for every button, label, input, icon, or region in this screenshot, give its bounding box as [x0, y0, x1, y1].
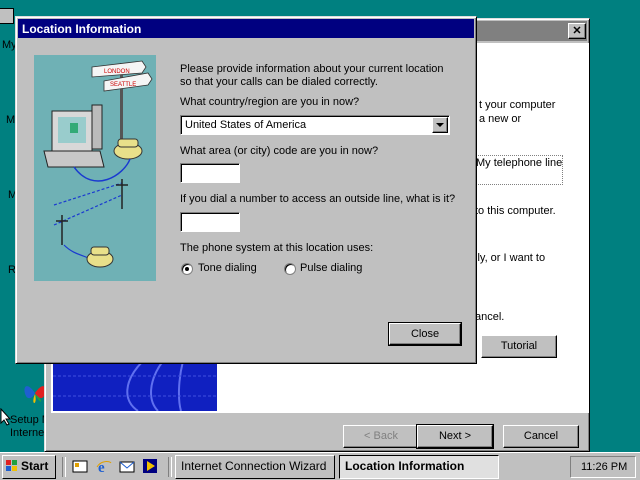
wizard-text-1: t your computer	[479, 99, 556, 111]
taskbar-item-connection-wizard[interactable]: Internet Connection Wizard	[175, 455, 335, 479]
wizard-globe-graphic	[53, 361, 217, 411]
svg-text:LONDON: LONDON	[104, 69, 130, 75]
phone-system-label: The phone system at this location uses:	[180, 242, 374, 254]
wizard-next-button[interactable]: Next >	[416, 424, 494, 449]
country-question-text: What country/region are you in now?	[180, 96, 360, 108]
location-info-dialog: Location Information LONDON SEATTLE Plea…	[15, 16, 477, 364]
wizard-option-telephone[interactable]: My telephone line	[475, 155, 563, 185]
taskbar-item-location-information[interactable]: Location Information	[339, 455, 499, 479]
quicklaunch-separator	[62, 457, 66, 477]
desktop-label-2: M	[6, 114, 16, 126]
mouse-cursor-icon	[0, 407, 12, 429]
clock[interactable]: 11:26 PM	[581, 461, 627, 473]
tone-dialing-radio[interactable]	[181, 263, 193, 275]
chevron-down-icon	[436, 123, 444, 127]
country-dropdown-button[interactable]	[432, 117, 448, 133]
area-question-label: What area (or city) code are you in now?	[180, 145, 379, 157]
wizard-text-4: lly, or I want to	[475, 252, 546, 264]
channels-icon[interactable]	[142, 458, 158, 474]
svg-text:SEATTLE: SEATTLE	[110, 82, 136, 88]
outside-line-input[interactable]	[180, 212, 240, 232]
windows-logo-icon	[6, 458, 18, 471]
pulse-dialing-label[interactable]: Pulse dialing	[300, 262, 362, 274]
system-tray: 11:26 PM	[570, 456, 636, 478]
wizard-back-button[interactable]: < Back	[343, 425, 419, 448]
location-illustration: LONDON SEATTLE	[34, 55, 156, 281]
dialog-titlebar: Location Information	[18, 19, 474, 38]
wizard-text-2: a new or	[479, 113, 522, 125]
country-select[interactable]: United States of America	[180, 115, 450, 135]
dialog-title: Location Information	[22, 22, 142, 36]
wizard-cancel-button[interactable]: Cancel	[503, 425, 579, 448]
dialog-intro-text: Please provide information about your cu…	[180, 63, 444, 88]
desktop-icon-mycomputer[interactable]	[0, 6, 16, 34]
wizard-text-3: to this computer.	[475, 205, 556, 217]
start-label: Start	[21, 459, 49, 473]
dialog-close-button[interactable]: Close	[388, 322, 462, 346]
tone-dialing-label[interactable]: Tone dialing	[198, 262, 257, 274]
country-question-label: What country/region are you in now?	[180, 96, 359, 108]
wizard-text-5: ancel.	[475, 311, 505, 323]
outside-line-question-label: If you dial a number to access an outsid…	[180, 193, 456, 205]
pulse-dialing-radio[interactable]	[284, 263, 296, 275]
area-code-input[interactable]	[180, 163, 240, 183]
wizard-option-telephone-label: My telephone line	[476, 157, 563, 169]
show-desktop-icon[interactable]	[72, 458, 88, 474]
start-button[interactable]: Start	[2, 455, 56, 479]
outlook-express-icon[interactable]	[119, 458, 135, 474]
ie-browser-icon[interactable]: e	[96, 458, 112, 476]
taskbar-separator	[168, 457, 172, 477]
wizard-tutorial-button[interactable]: Tutorial	[481, 335, 557, 358]
country-select-value: United States of America	[185, 119, 307, 131]
desktop-label-internet: Internet	[10, 427, 48, 439]
wizard-close-button[interactable]: ✕	[568, 23, 586, 39]
